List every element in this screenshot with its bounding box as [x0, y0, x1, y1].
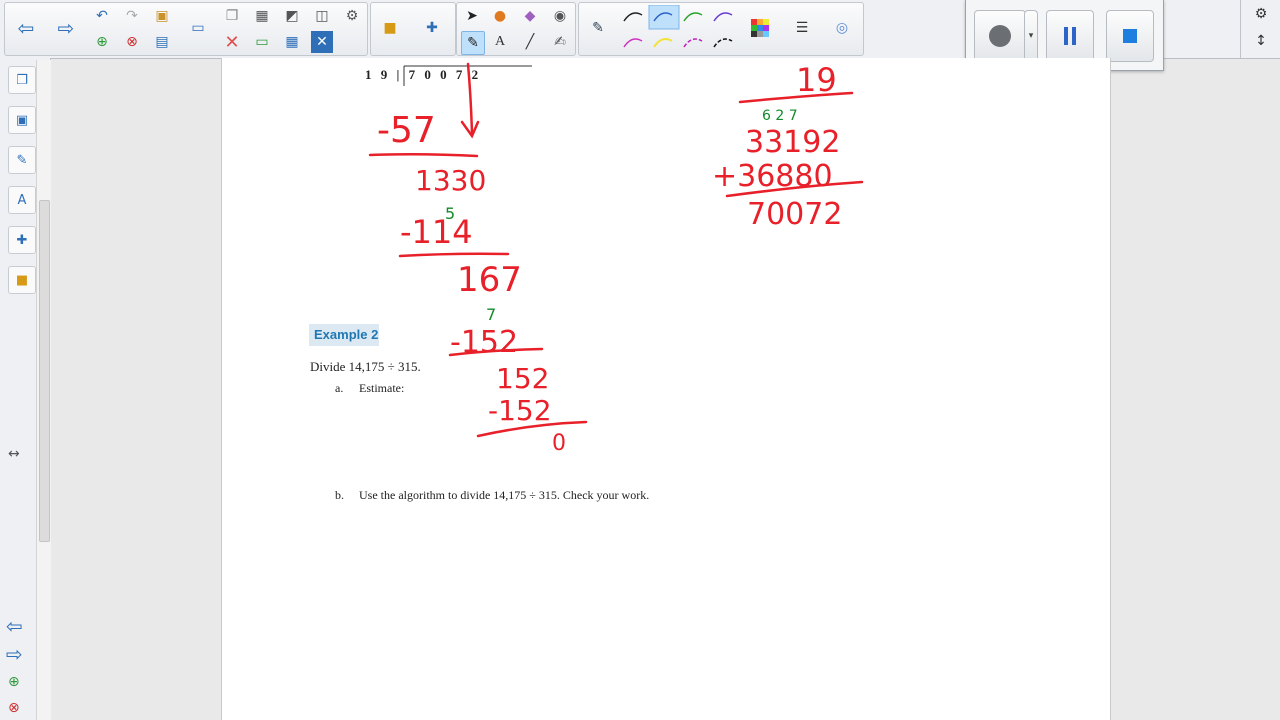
line-style-icon[interactable]: ☰	[791, 17, 813, 39]
pen-settings-icon[interactable]: ⚙	[341, 5, 363, 27]
pen-presets[interactable]	[619, 5, 769, 53]
back-icon[interactable]: ⇦	[15, 16, 37, 40]
pause-icon	[1064, 27, 1076, 45]
camera-icon[interactable]: ◫	[311, 5, 333, 27]
hw-left-5: 167	[457, 260, 522, 300]
settings-icon[interactable]: ⚙	[1250, 3, 1272, 25]
hw-arrow-line	[466, 62, 474, 136]
close-icon[interactable]: ✕	[311, 31, 333, 53]
pen-icon[interactable]: ✎	[587, 17, 609, 39]
hw-left-6: 7	[486, 305, 496, 324]
add-page-side-icon[interactable]: ⊕	[8, 674, 20, 690]
record-options-dropdown[interactable]: ▾	[1024, 10, 1038, 62]
add-page-icon[interactable]: ⊕	[91, 31, 113, 53]
hw-right-5: 70072	[747, 197, 842, 232]
shade-icon[interactable]: ◩	[281, 5, 303, 27]
save-icon[interactable]: ▤	[151, 31, 173, 53]
hw-rule-2	[398, 252, 510, 258]
hw-left-8: 152	[496, 362, 549, 395]
shapes-icon[interactable]: ●	[489, 5, 511, 27]
gallery-icon[interactable]: ■	[379, 17, 401, 39]
handwriting-layer: -57 1330 5 -114 167 7 -152 152 -152 0 19…	[368, 61, 864, 456]
hw-left-1: -57	[377, 110, 436, 151]
select-icon[interactable]: ➤	[461, 5, 483, 27]
page-sorter-icon[interactable]: ❐	[8, 66, 36, 94]
toolbar-group-gallery: ■ ✚	[370, 2, 456, 56]
open-icon[interactable]: ▣	[151, 5, 173, 27]
table-icon[interactable]: ▦	[281, 31, 303, 53]
attachments-icon[interactable]: ✎	[8, 146, 36, 174]
hw-arrow-head	[460, 120, 480, 139]
color-icon[interactable]	[749, 17, 771, 39]
hw-right-4: +36880	[712, 159, 833, 194]
hw-left-9: -152	[488, 394, 552, 427]
lesson-activity-icon[interactable]: ■	[8, 266, 36, 294]
panel-scrollbar[interactable]	[36, 60, 51, 720]
record-icon	[989, 25, 1011, 47]
hw-left-4: -114	[400, 213, 473, 251]
gallery-tab-icon[interactable]: ▣	[8, 106, 36, 134]
toolbar-group-file: ⇦ ⇨ ↶ ↷ ▣ ⊕ ⊗ ▤ ▭ ❐ ▦ ◩ ◫ ⚙ ✕ ▭ ▦ ✕	[4, 2, 368, 56]
redo-icon[interactable]: ↷	[121, 5, 143, 27]
hw-right-2: 6 2 7	[762, 108, 798, 124]
line-icon[interactable]: ╱	[519, 31, 541, 53]
hide-icon[interactable]: ▭	[251, 31, 273, 53]
toolbar-group-pens: ✎ ☰ ◎	[578, 2, 864, 56]
undo-icon[interactable]: ↶	[91, 5, 113, 27]
addons-tab-icon[interactable]: ✚	[8, 226, 36, 254]
paste-icon[interactable]: ❐	[221, 5, 243, 27]
next-page-icon[interactable]: ⇨	[6, 642, 23, 666]
forward-icon[interactable]: ⇨	[55, 16, 77, 40]
screen-icon[interactable]: ▭	[187, 17, 209, 39]
properties-icon[interactable]: A	[8, 186, 36, 214]
text-icon[interactable]: A	[489, 31, 511, 53]
right-panel: ⚙ ↕	[1240, 0, 1280, 58]
delete-page-icon[interactable]: ⊗	[121, 31, 143, 53]
delete-icon[interactable]: ✕	[221, 31, 243, 53]
previous-page-icon[interactable]: ⇦	[6, 614, 23, 638]
magic-pen-icon[interactable]: ✍	[549, 31, 571, 53]
hw-right-3: 33192	[745, 125, 840, 160]
fill-icon[interactable]: ◉	[549, 5, 571, 27]
hw-left-2: 1330	[415, 164, 486, 197]
addons-icon[interactable]: ✚	[421, 17, 443, 39]
scrollbar-thumb[interactable]	[39, 200, 50, 542]
screen-capture-icon[interactable]: ▦	[251, 5, 273, 27]
transparency-icon[interactable]: ◎	[831, 17, 853, 39]
text-pen-icon[interactable]: ✎	[461, 31, 485, 55]
delete-page-side-icon[interactable]: ⊗	[8, 700, 20, 716]
stop-button[interactable]	[1106, 10, 1154, 62]
eraser-icon[interactable]: ◆	[519, 5, 541, 27]
pause-button[interactable]	[1046, 10, 1094, 62]
record-button[interactable]	[974, 10, 1026, 62]
toolbar-group-tools: ➤ ● ◆ ◉ ✎ A ╱ ✍	[456, 2, 576, 56]
stop-icon	[1123, 29, 1137, 43]
move-toolbar-icon[interactable]: ↕	[1250, 30, 1272, 52]
hw-rule-1	[368, 152, 479, 158]
whiteboard-page[interactable]: 1 9 | 7 0 0 7 2 Example 2 Divide 14,175 …	[221, 58, 1111, 720]
resize-icon[interactable]: ↔	[8, 446, 20, 462]
hw-left-10: 0	[552, 431, 566, 456]
